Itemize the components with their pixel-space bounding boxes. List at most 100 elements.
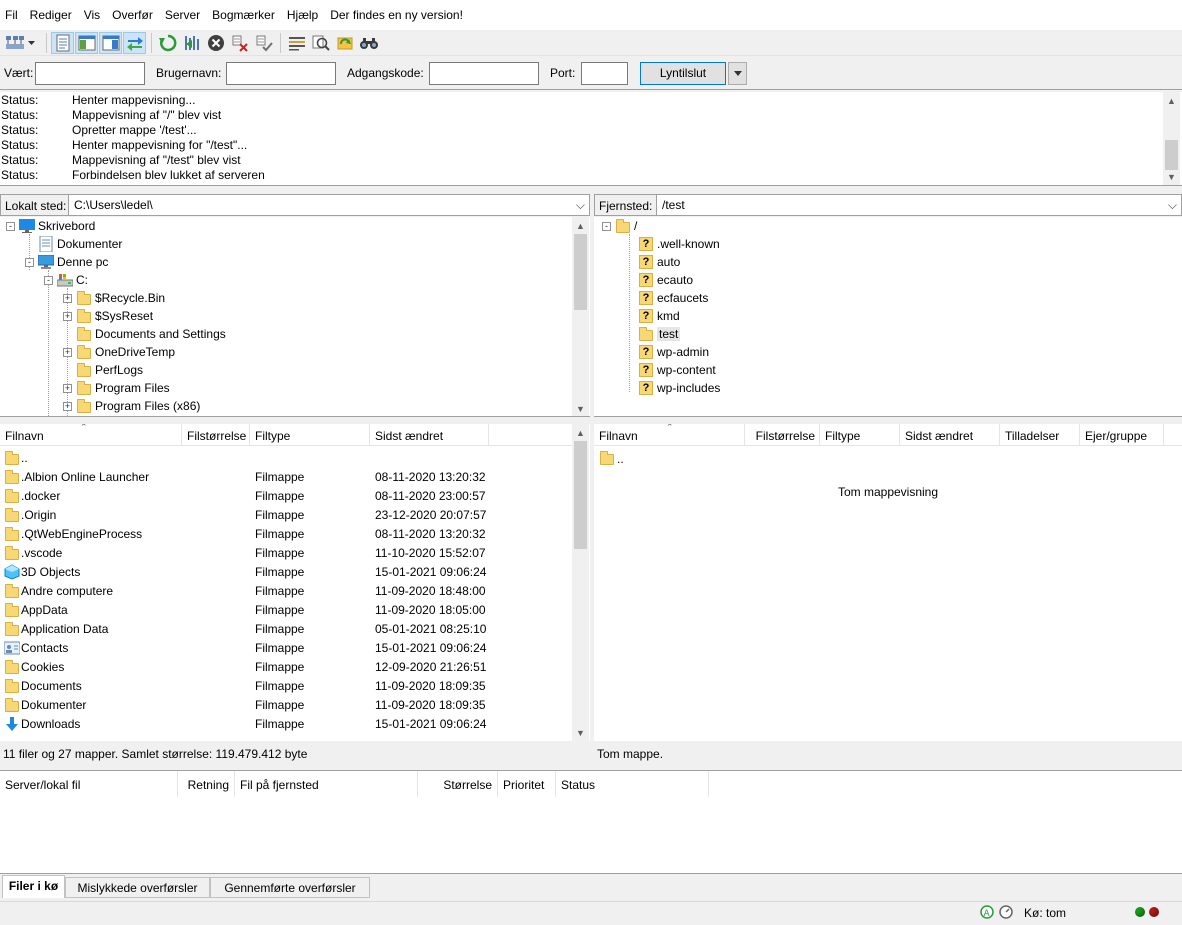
list-item[interactable]: 3D Objects Filmappe 15-01-2021 09:06:24 <box>0 563 572 582</box>
queue-header-priority[interactable]: Prioritet <box>498 771 556 797</box>
tree-item-desktop[interactable]: - Skrivebord <box>6 217 95 235</box>
expand-icon[interactable]: + <box>63 347 72 357</box>
transfer-queue[interactable]: Server/lokal fil Retning Fil på fjernste… <box>0 770 1182 874</box>
message-log[interactable]: Status: Henter mappevisning... Status: Map… <box>0 92 1182 186</box>
column-header-modified[interactable]: Sidst ændret <box>370 424 489 446</box>
tree-item-documents[interactable]: Dokumenter <box>25 235 122 253</box>
remote-directory-tree[interactable]: - / ? .well-known ? auto ? ecauto ? ecfa… <box>594 217 1182 417</box>
reconnect-icon[interactable] <box>252 32 275 54</box>
expand-icon[interactable]: + <box>63 401 72 411</box>
refresh-icon[interactable] <box>156 32 179 54</box>
list-item[interactable]: .vscode Filmappe 11-10-2020 15:52:07 <box>0 544 572 563</box>
remote-tree-item-root[interactable]: - / <box>602 217 637 235</box>
remote-tree-item[interactable]: ? ecfaucets <box>638 289 708 307</box>
disconnect-icon[interactable] <box>228 32 251 54</box>
remote-tree-item[interactable]: ? wp-content <box>638 361 716 379</box>
queue-header-direction[interactable]: Retning <box>178 771 235 797</box>
tree-item-this-pc[interactable]: - Denne pc <box>25 253 108 271</box>
chevron-down-icon[interactable]: ⌵ <box>1168 195 1177 215</box>
remote-tree-item[interactable]: ? ecauto <box>638 271 693 289</box>
host-input[interactable] <box>35 62 145 85</box>
expand-icon[interactable]: + <box>63 311 72 321</box>
remote-file-list[interactable]: Filnavn ⌃ Filstørrelse Filtype Sidst ænd… <box>594 424 1182 741</box>
scroll-up-icon[interactable]: ▲ <box>572 424 589 441</box>
chevron-down-icon[interactable]: ⌵ <box>576 195 585 215</box>
column-header-filetype[interactable]: Filtype <box>820 424 900 446</box>
menu-bookmarks[interactable]: Bogmærker <box>212 8 275 22</box>
column-header-filetype[interactable]: Filtype <box>250 424 370 446</box>
column-header-filesize[interactable]: Filstørrelse <box>745 424 820 446</box>
remote-tree-item-selected[interactable]: test <box>638 325 681 343</box>
collapse-icon[interactable]: - <box>44 275 53 285</box>
scroll-down-icon[interactable]: ▼ <box>572 724 589 741</box>
tab-failed-transfers[interactable]: Mislykkede overførsler <box>65 877 210 898</box>
search-remote-icon[interactable] <box>357 32 380 54</box>
list-item[interactable]: Downloads Filmappe 15-01-2021 09:06:24 <box>0 715 572 734</box>
local-file-list[interactable]: Filnavn ⌃ Filstørrelse Filtype Sidst ænd… <box>0 424 590 741</box>
local-tree-scrollbar[interactable]: ▲ ▼ <box>572 217 589 416</box>
collapse-icon[interactable]: - <box>25 257 34 267</box>
toggle-transfer-queue-icon[interactable] <box>123 31 146 54</box>
quickconnect-button[interactable]: Lyntilslut <box>640 62 726 85</box>
menu-new-version[interactable]: Der findes en ny version! <box>330 8 463 22</box>
column-header-filename[interactable]: Filnavn <box>0 424 182 446</box>
remote-tree-item[interactable]: ? auto <box>638 253 680 271</box>
scroll-up-icon[interactable]: ▲ <box>572 217 589 234</box>
tree-item-folder[interactable]: PerfLogs <box>63 361 143 379</box>
queue-header-remote-file[interactable]: Fil på fjernsted <box>235 771 418 797</box>
column-header-owner-group[interactable]: Ejer/gruppe <box>1080 424 1164 446</box>
collapse-icon[interactable]: - <box>6 221 15 231</box>
scroll-thumb[interactable] <box>1165 140 1178 170</box>
tree-item-folder[interactable]: + OneDriveTemp <box>63 343 175 361</box>
list-item[interactable]: Documents Filmappe 11-09-2020 18:09:35 <box>0 677 572 696</box>
local-directory-tree[interactable]: - Skrivebord Dokumenter - Denne pc - C: … <box>0 217 590 417</box>
list-item[interactable]: Application Data Filmappe 05-01-2021 08:25… <box>0 620 572 639</box>
toggle-remote-tree-icon[interactable] <box>99 31 122 54</box>
list-item[interactable]: .Origin Filmappe 23-12-2020 20:07:57 <box>0 506 572 525</box>
tree-item-folder[interactable]: Documents and Settings <box>63 325 226 343</box>
list-item[interactable]: .. <box>0 449 572 468</box>
queue-header-status[interactable]: Status <box>556 771 709 797</box>
queue-header-server-local-file[interactable]: Server/lokal fil <box>0 771 178 797</box>
expand-icon[interactable]: + <box>63 293 72 303</box>
sync-browsing-icon[interactable] <box>333 32 356 54</box>
menu-edit[interactable]: Rediger <box>30 8 72 22</box>
list-item[interactable]: .. <box>594 450 1182 469</box>
list-item[interactable]: Andre computere Filmappe 11-09-2020 18:48:… <box>0 582 572 601</box>
directory-filter-icon[interactable] <box>285 32 308 54</box>
menu-view[interactable]: Vis <box>84 8 100 22</box>
site-manager-dropdown-icon[interactable] <box>27 32 36 54</box>
scroll-thumb[interactable] <box>574 441 587 549</box>
menu-server[interactable]: Server <box>165 8 200 22</box>
menu-file[interactable]: Fil <box>5 8 18 22</box>
username-input[interactable] <box>226 62 336 85</box>
remote-tree-item[interactable]: ? kmd <box>638 307 680 325</box>
tree-item-folder[interactable]: + $SysReset <box>63 307 153 325</box>
toggle-comparison-icon[interactable] <box>309 32 332 54</box>
expand-icon[interactable]: + <box>63 383 72 393</box>
toggle-message-log-icon[interactable] <box>51 31 74 54</box>
tree-item-drive-c[interactable]: - C: <box>44 271 88 289</box>
list-item[interactable]: .docker Filmappe 08-11-2020 23:00:57 <box>0 487 572 506</box>
quickconnect-dropdown-button[interactable] <box>728 62 747 85</box>
speed-limit-icon[interactable] <box>999 905 1013 922</box>
list-item[interactable]: .QtWebEngineProcess Filmappe 08-11-2020 13… <box>0 525 572 544</box>
process-queue-icon[interactable] <box>180 32 203 54</box>
port-input[interactable] <box>581 62 628 85</box>
scroll-down-icon[interactable]: ▼ <box>572 400 589 416</box>
list-item[interactable]: .Albion Online Launcher Filmappe 08-11-202… <box>0 468 572 487</box>
toggle-local-tree-icon[interactable] <box>75 31 98 54</box>
password-input[interactable] <box>429 62 539 85</box>
cancel-icon[interactable] <box>204 32 227 54</box>
collapse-icon[interactable]: - <box>602 221 611 231</box>
list-item[interactable]: Cookies Filmappe 12-09-2020 21:26:51 <box>0 658 572 677</box>
column-header-modified[interactable]: Sidst ændret <box>900 424 1000 446</box>
list-item[interactable]: Dokumenter Filmappe 11-09-2020 18:09:35 <box>0 696 572 715</box>
local-list-scrollbar[interactable]: ▲ ▼ <box>572 424 589 741</box>
menu-help[interactable]: Hjælp <box>287 8 318 22</box>
remote-tree-item[interactable]: ? wp-includes <box>638 379 720 397</box>
remote-tree-item[interactable]: ? wp-admin <box>638 343 709 361</box>
queue-header-size[interactable]: Størrelse <box>418 771 498 797</box>
scroll-up-icon[interactable]: ▲ <box>1163 92 1180 109</box>
remote-path-input[interactable]: /test ⌵ <box>656 194 1182 216</box>
